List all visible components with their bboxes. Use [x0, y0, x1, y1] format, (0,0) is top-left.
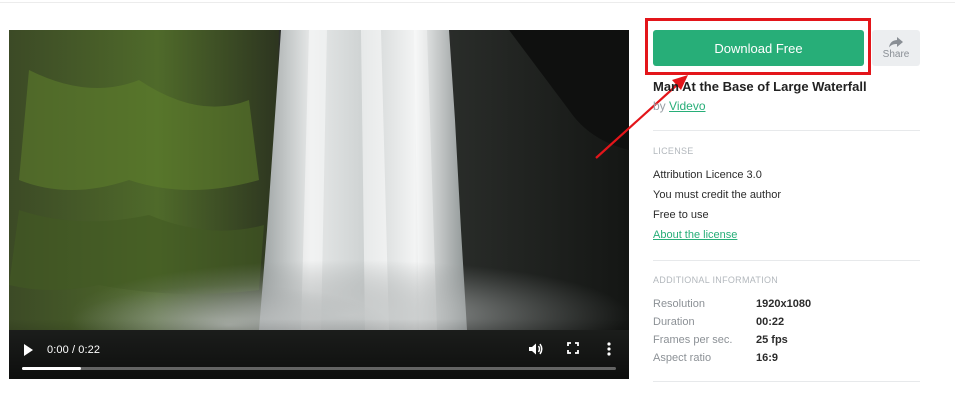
- volume-icon: [529, 343, 543, 355]
- info-value-aspect-ratio: 16:9: [756, 352, 779, 364]
- additional-info-heading: ADDITIONAL INFORMATION: [653, 275, 779, 285]
- info-key-aspect-ratio: Aspect ratio: [653, 352, 712, 364]
- fullscreen-button[interactable]: [565, 340, 581, 356]
- info-key-duration: Duration: [653, 316, 695, 328]
- video-controls: 0:00 / 0:22: [9, 319, 629, 379]
- video-progress-bar[interactable]: [22, 367, 616, 370]
- info-key-fps: Frames per sec.: [653, 334, 733, 346]
- fullscreen-icon: [567, 342, 579, 354]
- license-item: Free to use: [653, 209, 709, 221]
- info-value-resolution: 1920x1080: [756, 298, 812, 310]
- share-button[interactable]: Share: [872, 30, 920, 66]
- more-options-button[interactable]: [605, 340, 613, 358]
- license-item: You must credit the author: [653, 189, 782, 201]
- more-vertical-icon: [607, 342, 611, 356]
- info-value-duration: 00:22: [756, 316, 785, 328]
- info-key-resolution: Resolution: [653, 298, 705, 310]
- video-progress-fill: [22, 367, 82, 370]
- share-arrow-icon: [889, 37, 903, 48]
- volume-button[interactable]: [527, 340, 545, 358]
- time-display: 0:00 / 0:22: [47, 344, 101, 356]
- divider: [653, 130, 920, 131]
- info-value-fps: 25 fps: [756, 334, 788, 346]
- play-icon: [24, 344, 33, 356]
- clip-byline: by Videvo: [653, 99, 706, 113]
- license-item: Attribution Licence 3.0: [653, 169, 762, 181]
- annotation-highlight-box: [645, 18, 871, 75]
- license-heading: LICENSE: [653, 146, 694, 156]
- divider: [653, 381, 920, 382]
- clip-title: Man At the Base of Large Waterfall: [653, 79, 867, 94]
- author-link[interactable]: Videvo: [669, 99, 705, 113]
- top-divider: [0, 2, 955, 3]
- share-label: Share: [882, 49, 910, 60]
- divider: [653, 260, 920, 261]
- about-license-link[interactable]: About the license: [653, 229, 737, 241]
- byline-prefix: by: [653, 99, 666, 113]
- video-player[interactable]: 0:00 / 0:22: [9, 30, 629, 379]
- play-button[interactable]: [19, 339, 39, 361]
